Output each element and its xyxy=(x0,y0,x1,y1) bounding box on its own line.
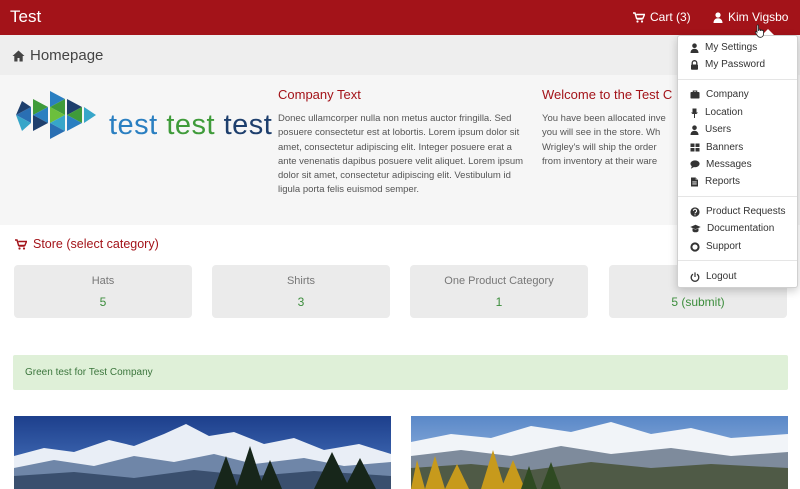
store-title: Store (select category) xyxy=(33,237,159,251)
triangle-arrow-logo-mark xyxy=(16,91,96,139)
success-notice: Green test for Test Company xyxy=(13,355,788,390)
category-name: Hats xyxy=(91,275,115,287)
menu-item-label: Support xyxy=(706,241,742,252)
menu-item-label: Users xyxy=(705,124,732,135)
lock-icon xyxy=(691,59,698,70)
category-card-hats[interactable]: Hats 5 xyxy=(14,265,192,318)
menu-item-label: My Settings xyxy=(705,42,758,53)
logo-word: test xyxy=(223,109,273,141)
menu-item-documentation[interactable]: Documentation xyxy=(690,221,774,236)
user-menu-toggle[interactable]: Kim Vigsbo xyxy=(713,10,788,24)
logo-wordmark: test test test xyxy=(109,109,272,142)
category-card-one-product[interactable]: One Product Category 1 xyxy=(410,265,588,318)
menu-item-label: Banners xyxy=(706,142,744,153)
category-count: 5 (submit) xyxy=(671,295,725,309)
mountain-photo-right xyxy=(411,416,788,489)
menu-item-label: Company xyxy=(706,89,749,100)
menu-item-logout[interactable]: Logout xyxy=(690,269,737,284)
user-dropdown-menu: My Settings My Password Company Location… xyxy=(677,35,798,288)
notice-text: Green test for Test Company xyxy=(25,367,153,378)
breadcrumb[interactable]: Homepage xyxy=(12,47,103,64)
cart-label: Cart (3) xyxy=(650,10,691,24)
welcome-title: Welcome to the Test C xyxy=(542,87,673,102)
menu-item-support[interactable]: Support xyxy=(690,239,741,254)
cart-icon xyxy=(15,238,27,250)
category-card-shirts[interactable]: Shirts 3 xyxy=(212,265,390,318)
menu-item-banners[interactable]: Banners xyxy=(690,140,743,155)
menu-item-label: Reports xyxy=(705,176,741,187)
category-count: 1 xyxy=(495,295,503,309)
grid-icon xyxy=(690,143,700,152)
user-name: Kim Vigsbo xyxy=(728,10,789,24)
menu-item-my-password[interactable]: My Password xyxy=(690,57,765,72)
file-icon xyxy=(691,177,698,186)
brand-name[interactable]: Test xyxy=(10,7,41,27)
menu-item-my-settings[interactable]: My Settings xyxy=(690,40,757,55)
menu-divider xyxy=(678,260,797,261)
menu-item-reports[interactable]: Reports xyxy=(690,174,740,189)
company-logo: test test test xyxy=(14,87,272,147)
menu-item-label: Messages xyxy=(706,159,752,170)
menu-item-company[interactable]: Company xyxy=(690,87,749,102)
home-icon xyxy=(12,50,25,61)
category-name: Shirts xyxy=(286,275,316,287)
category-count: 3 xyxy=(297,295,305,309)
menu-item-product-requests[interactable]: Product Requests xyxy=(690,204,786,219)
top-navbar: Test Cart (3) Kim Vigsbo xyxy=(0,0,800,35)
menu-item-label: Product Requests xyxy=(706,206,786,217)
lifebuoy-icon xyxy=(690,241,700,252)
menu-item-label: My Password xyxy=(705,59,766,70)
user-icon xyxy=(690,42,699,53)
user-icon xyxy=(713,11,723,23)
power-icon xyxy=(690,271,700,282)
menu-divider xyxy=(678,196,797,197)
logo-word: test xyxy=(109,109,158,141)
mouse-pointer-icon xyxy=(754,24,764,38)
menu-item-label: Documentation xyxy=(707,223,775,234)
briefcase-icon xyxy=(690,90,700,99)
menu-item-label: Location xyxy=(705,107,743,118)
cart-link[interactable]: Cart (3) xyxy=(633,10,691,24)
welcome-body: You have been allocated inve you will se… xyxy=(542,113,666,167)
user-icon xyxy=(690,124,699,135)
comment-icon xyxy=(690,160,700,169)
graduation-cap-icon xyxy=(690,224,701,233)
cart-icon xyxy=(633,11,645,23)
mountain-photo-left xyxy=(14,416,391,489)
company-text-body: Donec ullamcorper nulla non metus auctor… xyxy=(278,113,524,196)
category-name: One Product Category xyxy=(444,275,554,287)
pin-icon xyxy=(691,108,698,118)
category-count: 5 xyxy=(99,295,107,309)
question-icon xyxy=(690,206,700,217)
company-text-title: Company Text xyxy=(278,87,361,102)
logo-word: test xyxy=(166,109,216,141)
menu-item-users[interactable]: Users xyxy=(690,122,731,137)
store-heading: Store (select category) xyxy=(15,237,159,251)
menu-divider xyxy=(678,79,797,80)
menu-item-location[interactable]: Location xyxy=(690,105,743,120)
page-title: Homepage xyxy=(30,47,104,64)
menu-item-messages[interactable]: Messages xyxy=(690,157,752,172)
menu-item-label: Logout xyxy=(706,271,737,282)
